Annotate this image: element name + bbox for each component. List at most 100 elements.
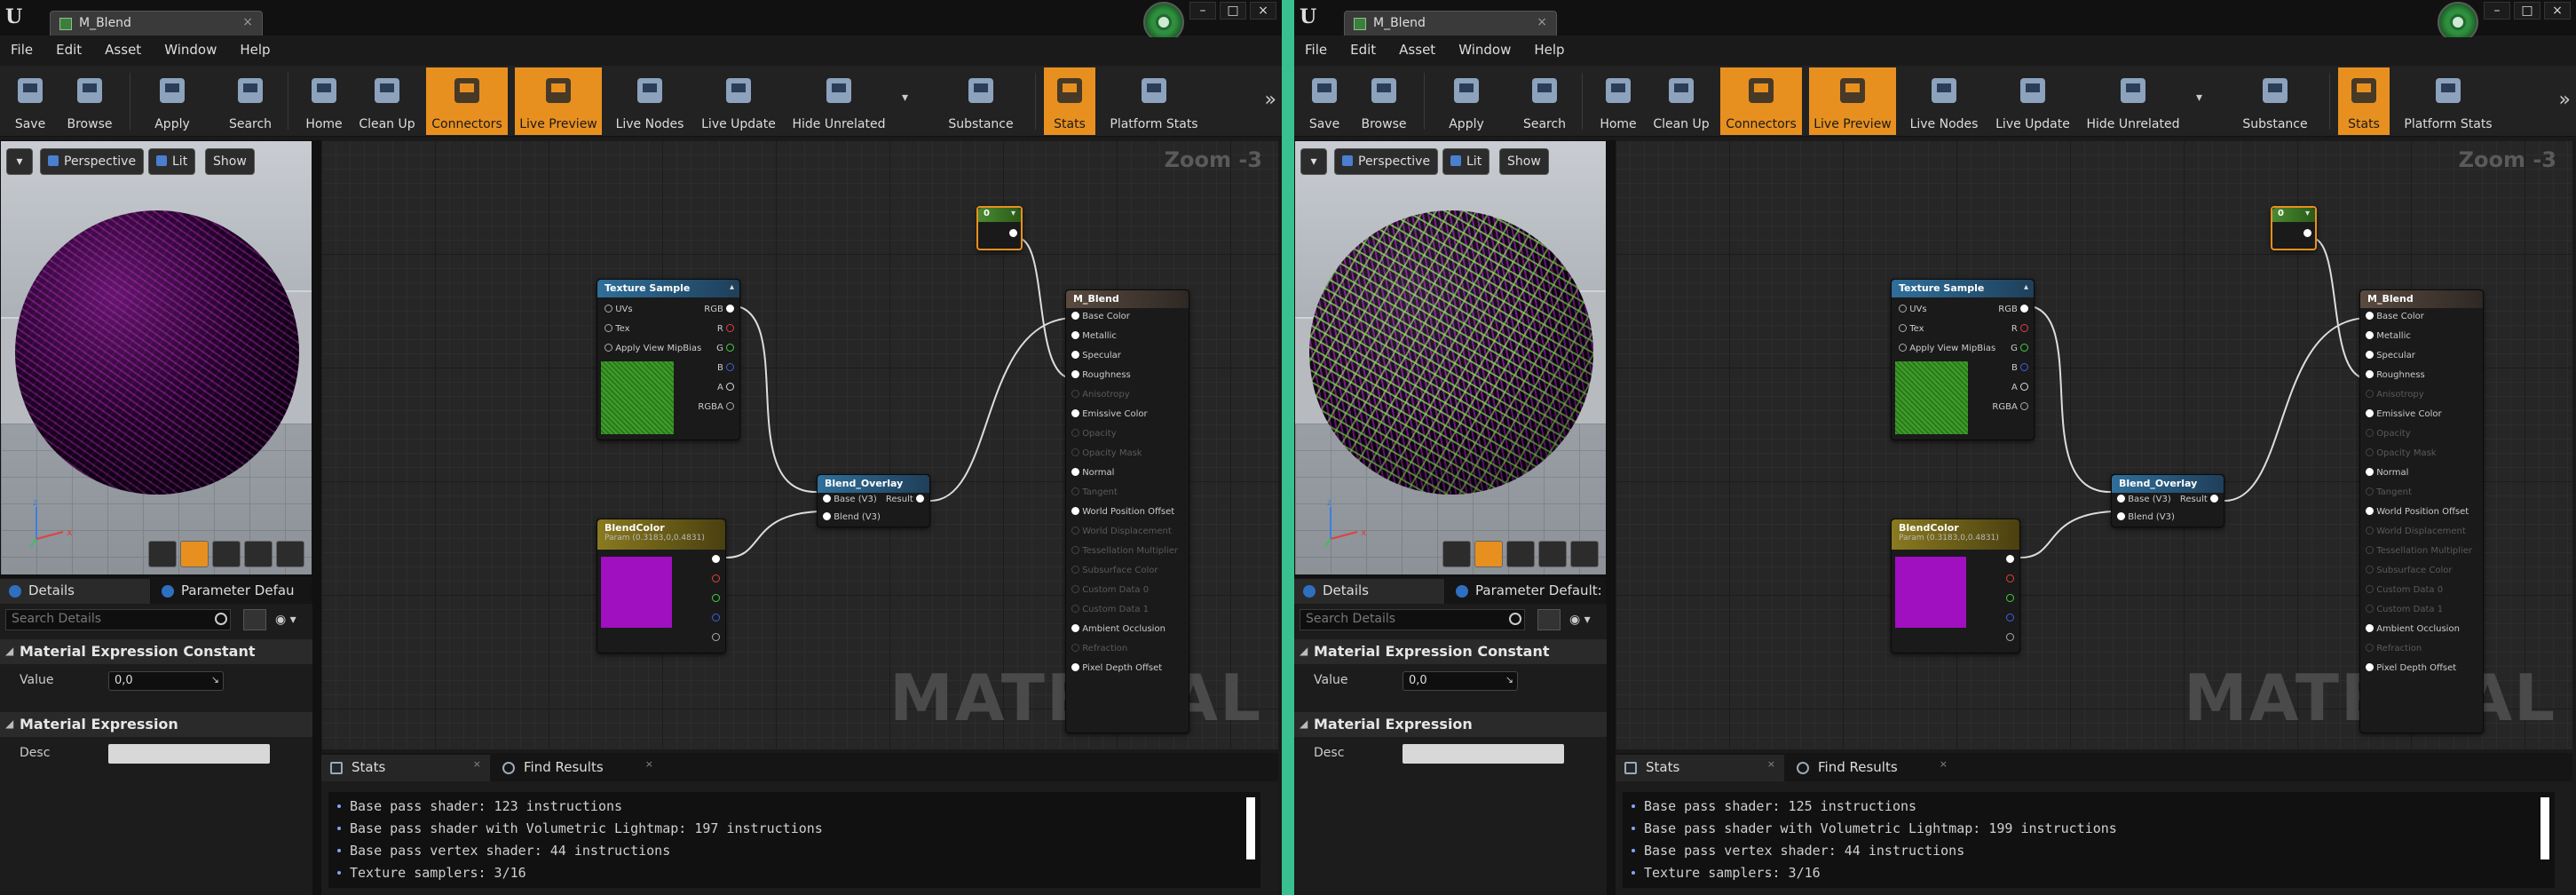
pin-rgb-out[interactable]: RGB [704, 305, 734, 314]
pin-base-color[interactable]: Base Color [2366, 312, 2424, 321]
viewport-options-button[interactable]: ▾ [6, 148, 33, 175]
pin-world-displacement[interactable]: World Displacement [2366, 527, 2466, 536]
tab-details[interactable]: Details [1294, 579, 1445, 604]
live-update-button[interactable]: Live Update [698, 67, 779, 135]
pin-emissive-color[interactable]: Emissive Color [2366, 409, 2442, 419]
pin-rgba-out[interactable]: RGBA [1992, 402, 2028, 412]
drag-handle-icon[interactable]: ↘ [1505, 674, 1513, 685]
menu-help[interactable]: Help [1534, 42, 1564, 58]
menu-file[interactable]: File [11, 42, 33, 58]
live-preview-button[interactable]: Live Preview [1809, 67, 1896, 135]
pin-specular[interactable]: Specular [1071, 351, 1121, 360]
pin-result-out[interactable]: Result [2180, 495, 2218, 504]
pin-tangent[interactable]: Tangent [1071, 487, 1118, 497]
live-update-button[interactable]: Live Update [1992, 67, 2074, 135]
platform-stats-button[interactable]: Platform Stats [1101, 67, 1207, 135]
tab-parameter-defaults[interactable]: Parameter Defau [153, 579, 312, 604]
visibility-options-icon[interactable]: ◉ ▾ [1569, 613, 1601, 627]
preview-sphere-button[interactable] [1474, 541, 1503, 567]
menu-asset[interactable]: Asset [105, 42, 141, 58]
pin-pixel-depth-offset[interactable]: Pixel Depth Offset [2366, 663, 2456, 673]
preview-sphere-button[interactable] [180, 541, 209, 567]
browse-button[interactable]: Browse [55, 67, 124, 135]
pin-rgb-out[interactable]: RGB [1998, 305, 2028, 314]
preview-viewport[interactable]: ▾ Perspective Lit Show z x [0, 140, 312, 575]
pin-tex[interactable]: Tex [604, 324, 630, 334]
preview-mesh-button[interactable] [276, 541, 304, 567]
menu-window[interactable]: Window [164, 42, 217, 58]
menu-file[interactable]: File [1305, 42, 1327, 58]
minimize-button[interactable]: – [1189, 2, 1216, 20]
pin-base-in[interactable]: Base (V3) [2117, 495, 2171, 504]
hide-unrelated-button[interactable]: Hide Unrelated [786, 67, 891, 135]
category-material-expression-constant[interactable]: ◢ Material Expression Constant [0, 639, 312, 664]
menu-help[interactable]: Help [240, 42, 270, 58]
pin-const-out[interactable] [1009, 229, 1017, 239]
pin-b-out[interactable]: B [2011, 363, 2028, 373]
pin-emissive-color[interactable]: Emissive Color [1071, 409, 1148, 419]
pin-uvs[interactable]: UVs [1899, 305, 1927, 314]
close-window-button[interactable]: × [1250, 2, 1276, 20]
texture-sample-node[interactable]: Texture Sample ▴ UVs Tex Apply View MipBi… [1891, 279, 2035, 440]
perspective-button[interactable]: Perspective [40, 148, 145, 175]
pin-opacity[interactable]: Opacity [2366, 429, 2411, 439]
pin-r-out[interactable] [2006, 574, 2014, 584]
pin-custom-data-0[interactable]: Custom Data 0 [2366, 585, 2443, 595]
pin-normal[interactable]: Normal [1071, 468, 1114, 478]
pin-ambient-occlusion[interactable]: Ambient Occlusion [2366, 624, 2460, 634]
show-button[interactable]: Show [1499, 148, 1549, 175]
desc-input[interactable] [108, 744, 270, 764]
pin-custom-data-1[interactable]: Custom Data 1 [1071, 605, 1149, 614]
search-details-input[interactable]: Search Details [1300, 609, 1525, 630]
substance-button[interactable]: Substance [2226, 67, 2324, 135]
blendcolor-node[interactable]: BlendColor Param (0.3183,0,0.4831) [1891, 519, 2020, 653]
pin-uvs[interactable]: UVs [604, 305, 633, 314]
m-blend-result-node[interactable]: M_Blend Base Color Metallic Specular Rou… [1065, 289, 1189, 733]
preview-plane-button[interactable] [1506, 541, 1535, 567]
pin-custom-data-1[interactable]: Custom Data 1 [2366, 605, 2443, 614]
stats-button[interactable]: Stats [2338, 67, 2390, 135]
menu-asset[interactable]: Asset [1399, 42, 1435, 58]
save-button[interactable]: Save [1300, 67, 1349, 135]
pin-tessellation-multiplier[interactable]: Tessellation Multiplier [1071, 546, 1178, 556]
pin-g-out[interactable]: G [2011, 344, 2028, 353]
blend-overlay-node[interactable]: Blend_Overlay Base (V3) Blend (V3) Resul… [817, 474, 930, 527]
maximize-button[interactable]: □ [2514, 2, 2540, 20]
pin-b-out[interactable]: B [717, 363, 734, 373]
blend-overlay-node[interactable]: Blend_Overlay Base (V3) Blend (V3) Resul… [2111, 474, 2224, 527]
pin-tessellation-multiplier[interactable]: Tessellation Multiplier [2366, 546, 2472, 556]
browse-button[interactable]: Browse [1349, 67, 1418, 135]
connectors-button[interactable]: Connectors [426, 67, 508, 135]
menu-edit[interactable]: Edit [56, 42, 82, 58]
pin-anisotropy[interactable]: Anisotropy [2366, 390, 2424, 400]
pin-opacity[interactable]: Opacity [1071, 429, 1117, 439]
menu-window[interactable]: Window [1458, 42, 1511, 58]
material-graph-canvas[interactable]: Zoom -3 MATERIAL Texture Sample▴ UVs Tex… [1616, 140, 2572, 749]
pin-const-out[interactable] [2303, 229, 2311, 239]
m-blend-result-node[interactable]: M_Blend Base Color Metallic Specular Rou… [2359, 289, 2484, 733]
save-button[interactable]: Save [5, 67, 55, 135]
pin-roughness[interactable]: Roughness [2366, 370, 2425, 380]
close-tab-icon[interactable]: × [1767, 758, 1775, 770]
pin-world-displacement[interactable]: World Displacement [1071, 527, 1172, 536]
pin-refraction[interactable]: Refraction [2366, 644, 2422, 653]
pin-rgba-out[interactable]: RGBA [698, 402, 734, 412]
material-graph-canvas[interactable]: Zoom -3 MATERIAL Texture Sample▴ UVs Tex… [321, 140, 1278, 749]
preview-cube-button[interactable] [1538, 541, 1567, 567]
pin-subsurface-color[interactable]: Subsurface Color [1071, 566, 1158, 575]
pin-g-out[interactable] [712, 594, 720, 604]
preview-viewport[interactable]: ▾ Perspective Lit Show z x [1294, 140, 1607, 575]
pin-subsurface-color[interactable]: Subsurface Color [2366, 566, 2452, 575]
search-details-input[interactable]: Search Details [5, 609, 231, 630]
preview-cube-button[interactable] [244, 541, 273, 567]
pin-base-in[interactable]: Base (V3) [823, 495, 877, 504]
home-button[interactable]: Home [296, 67, 352, 135]
clean-up-button[interactable]: Clean Up [1649, 67, 1713, 135]
tab-parameter-defaults[interactable]: Parameter Default: [1447, 579, 1607, 604]
pin-pixel-depth-offset[interactable]: Pixel Depth Offset [1071, 663, 1162, 673]
toolbar-overflow-icon[interactable]: » [1265, 89, 1276, 111]
close-window-button[interactable]: × [2544, 2, 2571, 20]
pin-b-out[interactable] [2006, 614, 2014, 623]
category-material-expression-constant[interactable]: ◢ Material Expression Constant [1294, 639, 1607, 664]
stats-button[interactable]: Stats [1044, 67, 1095, 135]
